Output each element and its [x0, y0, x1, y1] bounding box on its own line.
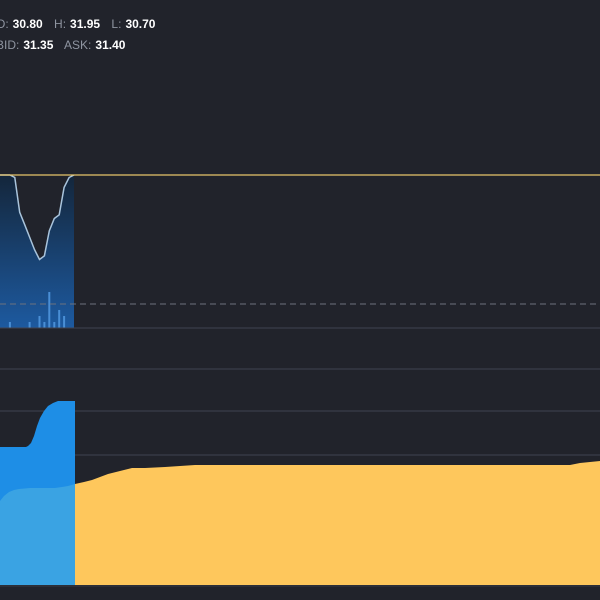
volume-bar	[63, 316, 66, 328]
depth-bid-area	[0, 484, 75, 585]
volume-bar	[38, 316, 41, 328]
volume-bar	[8, 322, 11, 328]
depth-ask-area	[75, 461, 600, 585]
volume-bar	[58, 310, 61, 328]
volume-bar	[43, 322, 46, 328]
volume-bar	[48, 292, 51, 328]
price-chart[interactable]	[0, 0, 600, 600]
volume-bar	[53, 322, 56, 328]
volume-bar	[28, 322, 31, 328]
